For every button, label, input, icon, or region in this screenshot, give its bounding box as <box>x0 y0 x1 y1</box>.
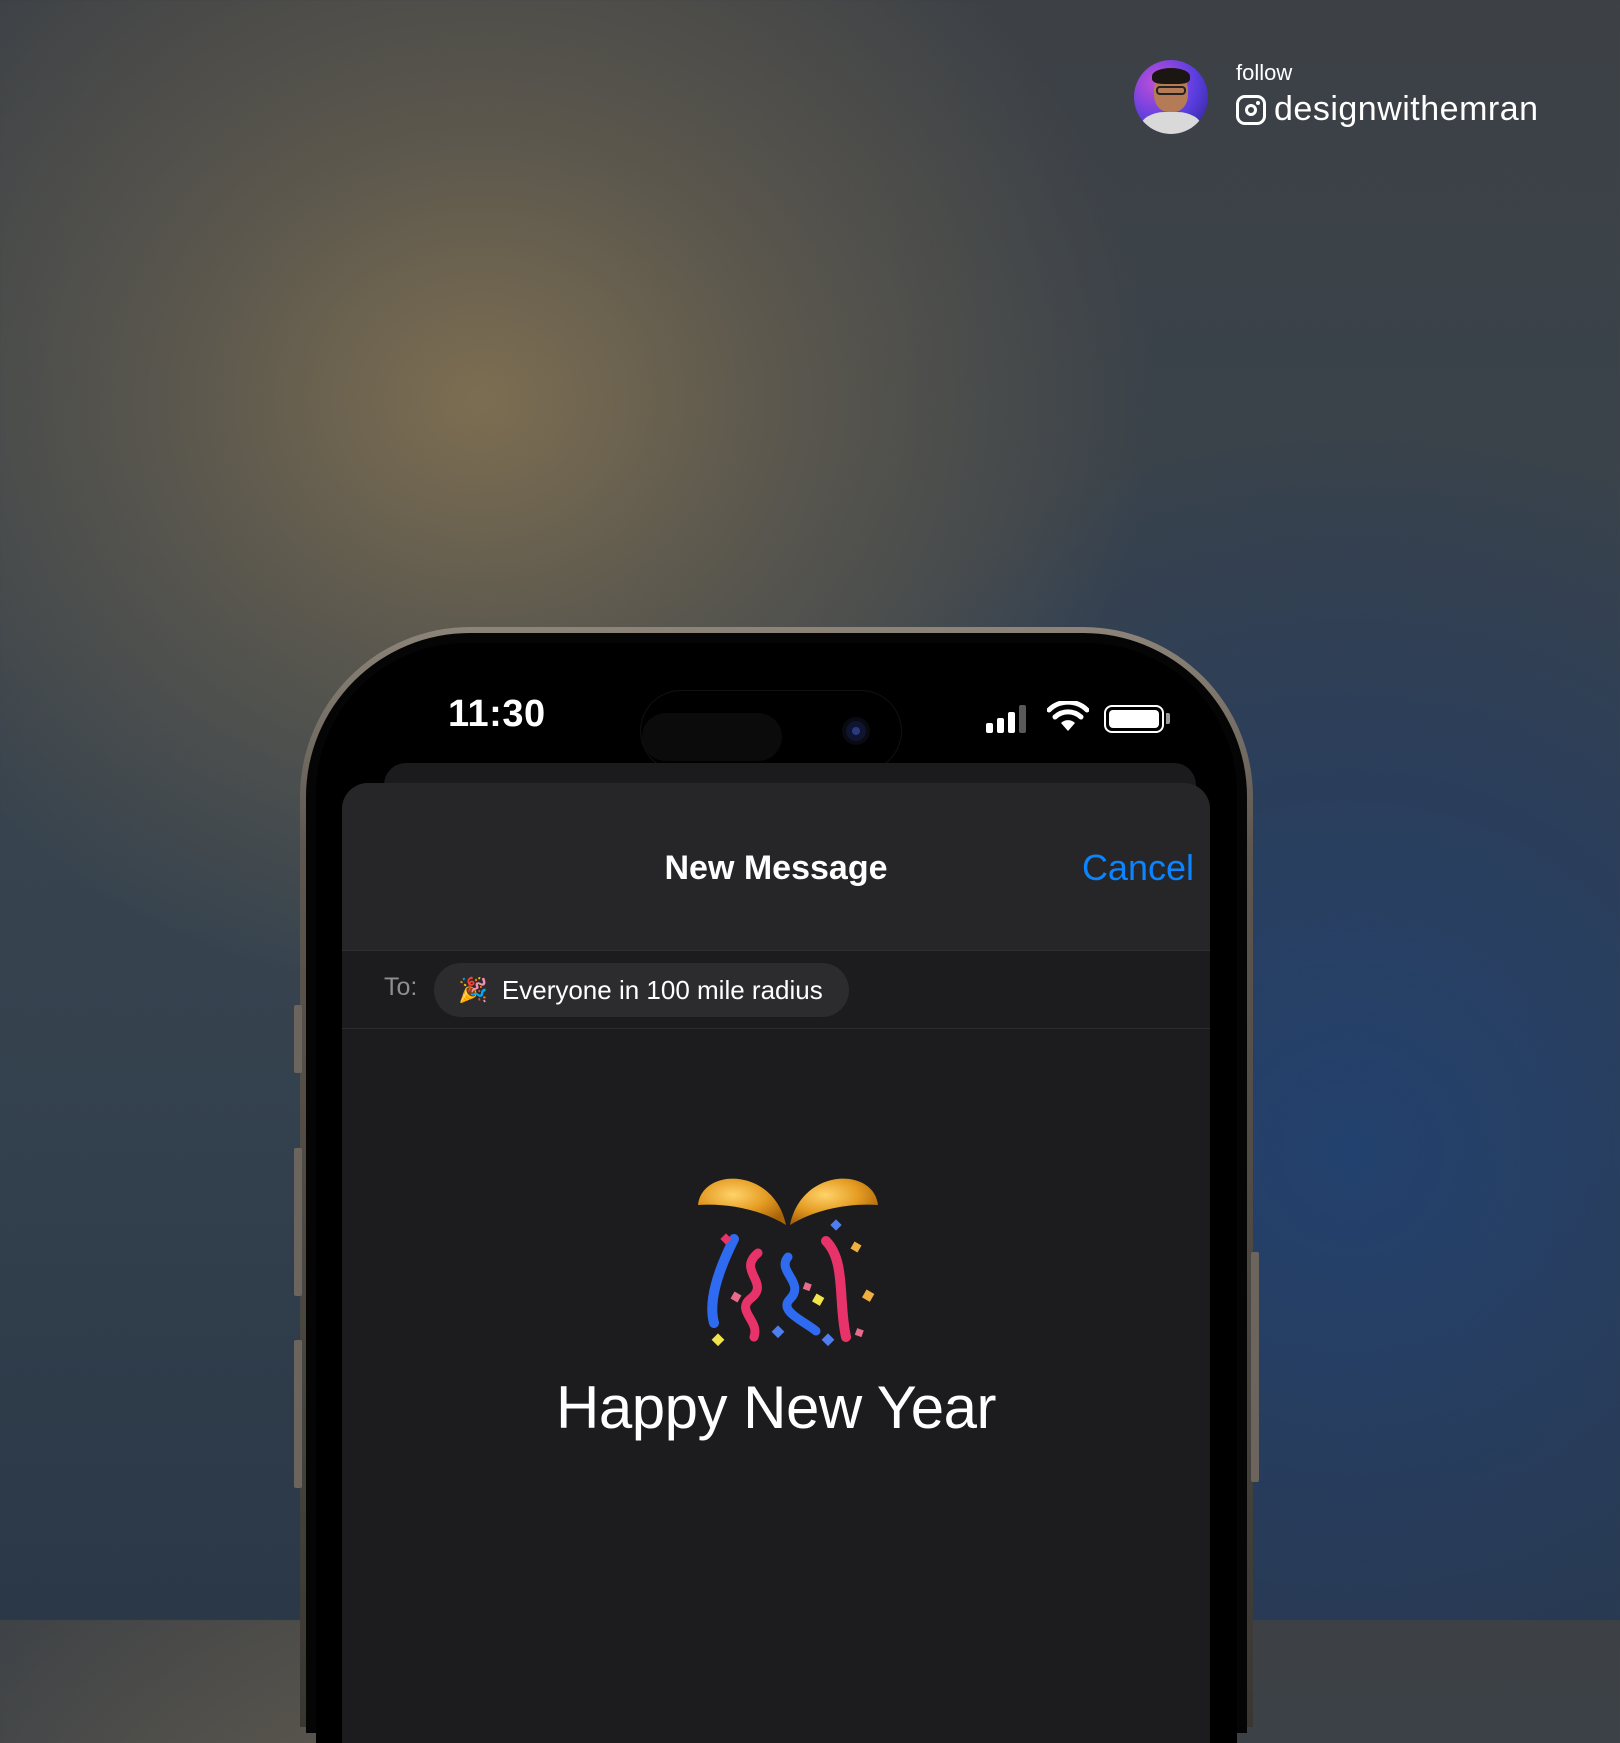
recipient-label: Everyone in 100 mile radius <box>501 974 823 1005</box>
recipient-field[interactable]: To: 🎉 Everyone in 100 mile radius <box>342 951 1210 1029</box>
recipient-chip[interactable]: 🎉 Everyone in 100 mile radius <box>434 963 849 1017</box>
dynamic-island-sensor <box>642 713 782 761</box>
battery-cap <box>1166 713 1170 724</box>
wifi-icon <box>1047 701 1089 731</box>
cancel-button[interactable]: Cancel <box>1082 847 1194 889</box>
party-popper-icon: 🎉 <box>458 976 488 1004</box>
confetti-ball-icon <box>698 1178 878 1347</box>
action-button <box>294 1005 302 1073</box>
phone-screen: 11:30 New Message Cancel To: 🎉 Everyone … <box>316 643 1237 1743</box>
status-time: 11:30 <box>448 693 546 735</box>
avatar <box>1134 60 1208 134</box>
sheet-header: New Message Cancel <box>342 783 1210 951</box>
message-body[interactable]: Happy New Year <box>342 1373 1210 1442</box>
new-message-sheet: New Message Cancel To: 🎉 Everyone in 100… <box>342 783 1210 1743</box>
follow-label: follow <box>1236 60 1293 85</box>
creator-branding: follow designwithemran <box>1134 60 1594 140</box>
instagram-handle: designwithemran <box>1274 90 1539 128</box>
front-camera <box>846 721 866 741</box>
instagram-handle-link[interactable]: designwithemran <box>1236 90 1539 129</box>
sheet-title: New Message <box>664 849 888 887</box>
power-button <box>1251 1252 1259 1482</box>
instagram-icon <box>1236 94 1266 125</box>
to-label: To: <box>384 973 418 1001</box>
battery-icon <box>1104 705 1164 733</box>
volume-down-button <box>294 1340 302 1488</box>
cellular-signal-icon <box>986 703 1034 733</box>
volume-up-button <box>294 1148 302 1296</box>
